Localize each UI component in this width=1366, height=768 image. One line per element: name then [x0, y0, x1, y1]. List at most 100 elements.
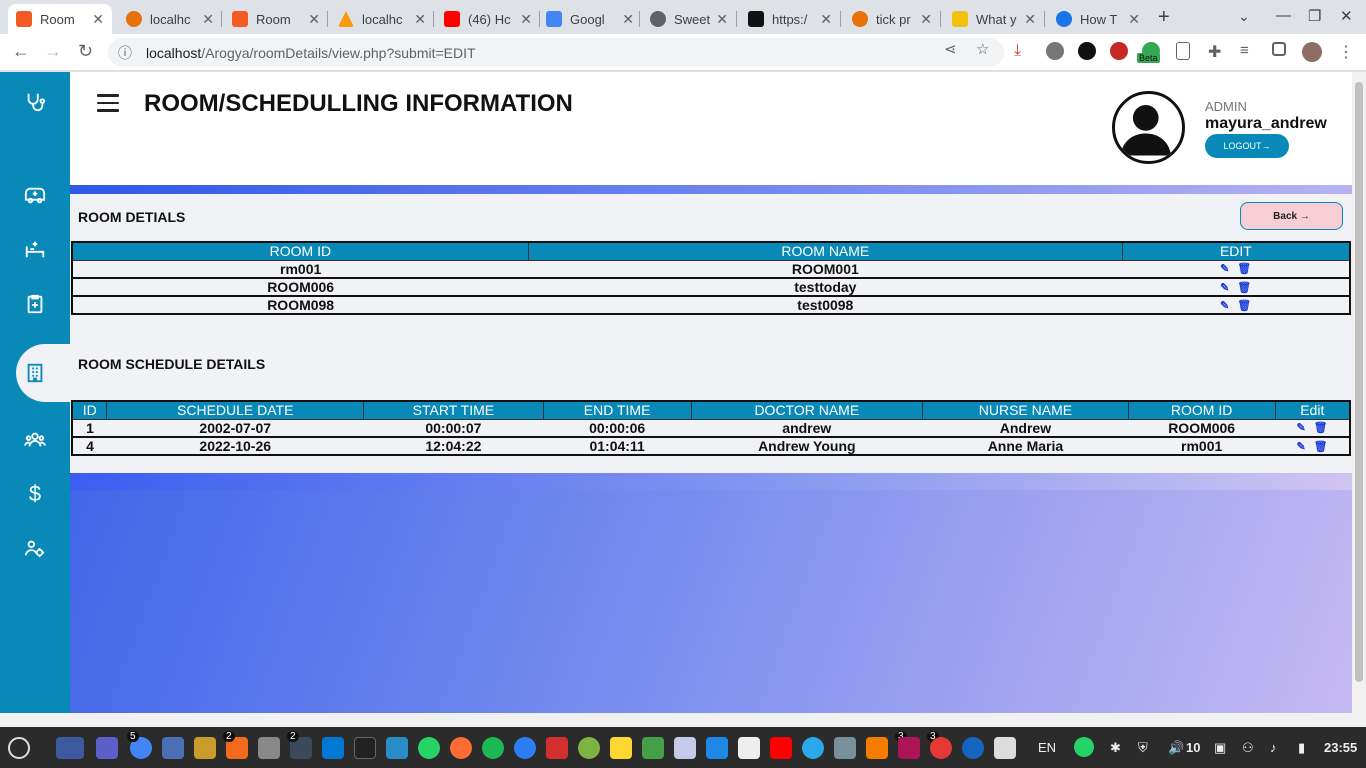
edit-icon[interactable]: ✎ — [1220, 282, 1229, 294]
edit-icon[interactable]: ✎ — [1296, 422, 1305, 434]
clock[interactable]: 23:55 — [1324, 740, 1357, 755]
start-menu-icon[interactable] — [8, 737, 30, 759]
site-info-icon[interactable]: ⓘ — [118, 43, 136, 63]
whatsapp-icon[interactable] — [418, 737, 440, 759]
tab-sweet[interactable]: Sweet ✕ — [642, 4, 736, 34]
tab-https[interactable]: https:/ ✕ — [740, 4, 840, 34]
tab-search-icon[interactable]: ⌄ — [1238, 8, 1250, 25]
terminal-icon[interactable] — [354, 737, 376, 759]
tab-youtube[interactable]: (46) Hc ✕ — [436, 4, 540, 34]
users-settings-icon[interactable] — [0, 530, 70, 566]
zotero-icon[interactable] — [546, 737, 568, 759]
inkscape-icon[interactable] — [258, 737, 280, 759]
stethoscope-icon[interactable] — [0, 84, 70, 120]
tab-room-active[interactable]: Room ✕ — [8, 4, 112, 34]
sublime-icon[interactable] — [194, 737, 216, 759]
download-icon[interactable]: ⤓ — [1014, 42, 1032, 60]
back-arrow-icon[interactable]: ← — [12, 41, 30, 62]
dollar-icon[interactable]: $ — [0, 476, 70, 512]
close-tab-icon[interactable]: ✕ — [308, 11, 320, 28]
tab-room-2[interactable]: Room ✕ — [224, 4, 328, 34]
close-tab-icon[interactable]: ✕ — [920, 11, 932, 28]
clipboard-plus-icon[interactable] — [0, 286, 70, 322]
system-monitor-icon[interactable] — [386, 737, 408, 759]
bluetooth-app-icon[interactable] — [962, 737, 984, 759]
teams-icon[interactable] — [96, 737, 118, 759]
clipboard-tray-icon[interactable]: ▣ — [1214, 740, 1226, 756]
close-tab-icon[interactable]: ✕ — [202, 11, 214, 28]
tab-google[interactable]: Googl ✕ — [538, 4, 642, 34]
show-desktop-icon[interactable] — [56, 737, 84, 759]
firefox-icon[interactable] — [450, 737, 472, 759]
logout-button[interactable]: LOGOUT→ — [1205, 134, 1289, 158]
bluetooth-tray-icon[interactable]: ✱ — [1110, 740, 1121, 756]
minimize-icon[interactable]: — — [1276, 7, 1291, 24]
trash-icon[interactable]: 🗑 — [1314, 441, 1328, 453]
network-icon[interactable] — [706, 737, 728, 759]
close-window-icon[interactable]: ✕ — [1340, 7, 1353, 25]
screenshot-icon[interactable] — [834, 737, 856, 759]
battery-tray-icon[interactable]: ▮ — [1298, 740, 1305, 756]
document-icon[interactable] — [1176, 42, 1190, 60]
hamburger-menu-icon[interactable] — [97, 94, 119, 112]
media-queue-icon[interactable]: ≡ — [1240, 42, 1258, 60]
users-group-icon[interactable] — [0, 422, 70, 458]
vertical-scrollbar[interactable] — [1352, 72, 1366, 713]
vscode-icon[interactable] — [322, 737, 344, 759]
layers-icon[interactable] — [642, 737, 664, 759]
edit-icon[interactable]: ✎ — [1296, 441, 1305, 453]
notes-icon[interactable] — [610, 737, 632, 759]
youtube-app-icon[interactable] — [770, 737, 792, 759]
volume-tray-icon[interactable]: 🔊 — [1168, 740, 1184, 756]
whatsapp-tray-icon[interactable] — [1074, 737, 1094, 757]
keyboard-language[interactable]: EN — [1038, 740, 1056, 755]
tab-how[interactable]: How T ✕ — [1048, 4, 1148, 34]
trash-icon[interactable]: 🗑 — [1314, 422, 1328, 434]
network-tray-icon[interactable]: ⚇ — [1242, 740, 1254, 756]
forward-arrow-icon[interactable]: → — [44, 41, 62, 62]
ambulance-icon[interactable] — [0, 178, 70, 214]
trash-icon[interactable]: 🗑 — [1237, 300, 1251, 312]
tab-tick[interactable]: tick pr ✕ — [844, 4, 940, 34]
new-tab-button[interactable]: + — [1158, 6, 1170, 29]
spotify-icon[interactable] — [482, 737, 504, 759]
puzzle-icon[interactable]: ✚ — [1208, 42, 1226, 61]
side-panel-icon[interactable] — [1272, 42, 1286, 56]
close-tab-icon[interactable]: ✕ — [1128, 11, 1140, 28]
tab-localhost-1[interactable]: localhc ✕ — [118, 4, 222, 34]
bug-extension-icon[interactable] — [1110, 42, 1128, 60]
profile-avatar-icon[interactable] — [1302, 42, 1322, 62]
settings-gear-icon[interactable] — [994, 737, 1016, 759]
document-viewer-icon[interactable] — [674, 737, 696, 759]
close-tab-icon[interactable]: ✕ — [520, 11, 532, 28]
trash-icon[interactable]: 🗑 — [1237, 282, 1251, 294]
close-tab-icon[interactable]: ✕ — [622, 11, 634, 28]
shield-tray-icon[interactable]: ⛨ — [1138, 740, 1148, 756]
files-icon[interactable] — [162, 737, 184, 759]
menu-icon[interactable]: ⋮ — [1338, 42, 1356, 61]
share-icon[interactable]: ⋖ — [944, 40, 957, 58]
calculator-icon[interactable] — [578, 737, 600, 759]
bookmark-star-icon[interactable]: ☆ — [976, 40, 989, 58]
hospital-bed-icon[interactable] — [0, 232, 70, 268]
music-tray-icon[interactable]: ♪ — [1270, 740, 1277, 755]
hierarchy-app-icon[interactable] — [866, 737, 888, 759]
blank-document-icon[interactable] — [738, 737, 760, 759]
extension-icon[interactable] — [1078, 42, 1096, 60]
close-tab-icon[interactable]: ✕ — [716, 11, 728, 28]
edit-icon[interactable]: ✎ — [1220, 300, 1229, 312]
close-tab-icon[interactable]: ✕ — [92, 11, 104, 28]
edit-icon[interactable]: ✎ — [1220, 263, 1229, 275]
back-button[interactable]: Back → — [1240, 202, 1343, 230]
horizontal-scrollbar[interactable] — [0, 713, 1366, 727]
telegram-icon[interactable] — [802, 737, 824, 759]
trash-icon[interactable]: 🗑 — [1237, 263, 1251, 275]
reload-icon[interactable]: ↻ — [78, 41, 93, 62]
building-icon[interactable] — [0, 355, 70, 391]
close-tab-icon[interactable]: ✕ — [820, 11, 832, 28]
address-bar[interactable]: ⓘ localhost/Arogya/roomDetails/view.php?… — [108, 38, 1004, 67]
tab-what[interactable]: What y ✕ — [944, 4, 1044, 34]
close-tab-icon[interactable]: ✕ — [1024, 11, 1036, 28]
extension-gear-icon[interactable] — [1046, 42, 1064, 60]
restore-icon[interactable]: ❐ — [1308, 7, 1321, 25]
